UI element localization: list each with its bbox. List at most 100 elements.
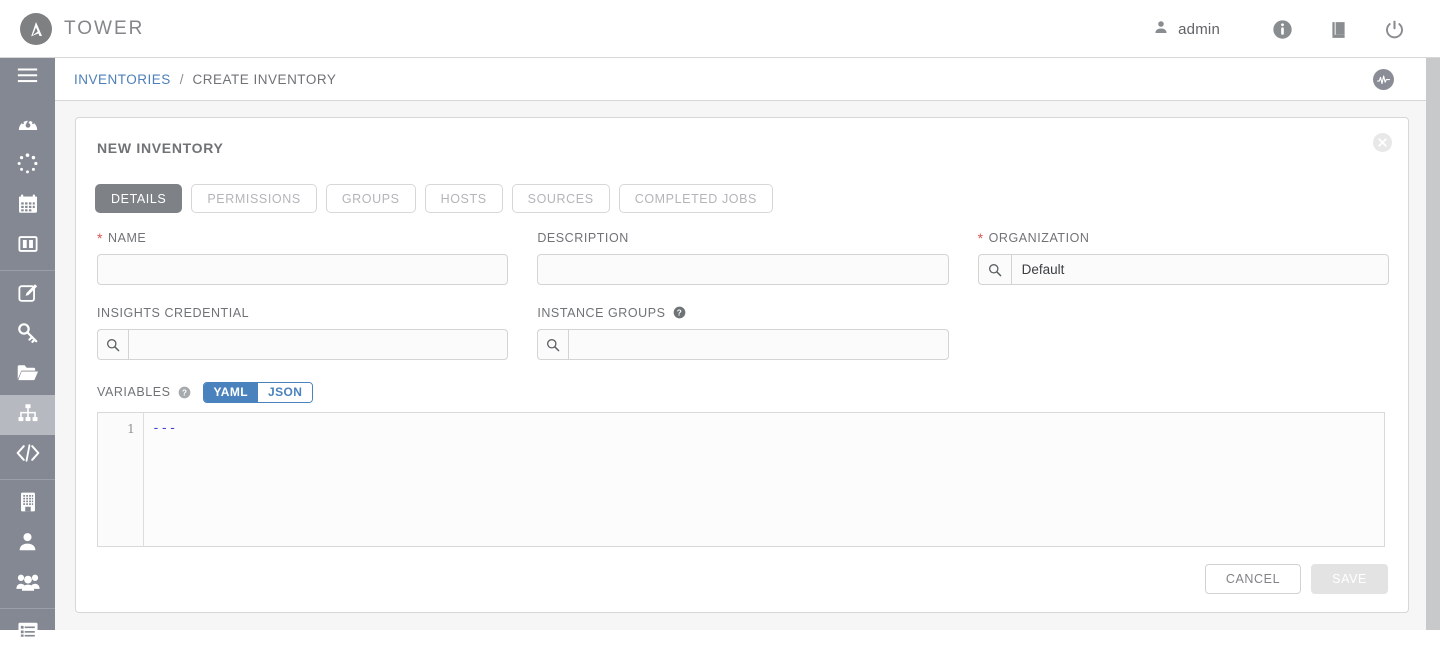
variables-section: VARIABLES ? YAML JSON 1 ---	[97, 381, 1389, 547]
sidebar-item-organizations[interactable]	[0, 484, 55, 524]
search-icon[interactable]	[537, 329, 568, 360]
name-input[interactable]	[97, 254, 508, 285]
sidebar-item-templates[interactable]	[0, 275, 55, 315]
organization-label: * ORGANIZATION	[978, 230, 1389, 245]
sidebar-item-menu-toggle[interactable]	[0, 58, 55, 97]
tab-sources[interactable]: SOURCES	[512, 184, 610, 213]
insights-credential-label-text: INSIGHTS CREDENTIAL	[97, 306, 249, 320]
hamburger-icon	[17, 67, 38, 89]
sidebar-item-notifications[interactable]	[0, 613, 55, 653]
sidebar-item-credentials[interactable]	[0, 315, 55, 355]
field-name: * NAME	[97, 230, 508, 285]
tab-permissions[interactable]: PERMISSIONS	[191, 184, 316, 213]
save-button[interactable]: SAVE	[1311, 564, 1388, 594]
insights-credential-lookup	[97, 329, 508, 360]
tab-hosts[interactable]: HOSTS	[425, 184, 503, 213]
toggle-json[interactable]: JSON	[258, 383, 312, 402]
variables-editor[interactable]: 1 ---	[97, 412, 1385, 547]
book-icon[interactable]	[1310, 0, 1366, 58]
help-circle-icon[interactable]: ?	[178, 386, 191, 399]
search-icon[interactable]	[978, 254, 1011, 285]
edit-pencil-icon	[17, 282, 39, 309]
tab-details[interactable]: DETAILS	[95, 184, 182, 213]
field-instance-groups: INSTANCE GROUPS ?	[537, 305, 948, 360]
people-group-icon	[16, 571, 40, 597]
power-icon[interactable]	[1366, 0, 1422, 58]
sidebar-item-jobs[interactable]	[0, 146, 55, 186]
field-organization: * ORGANIZATION	[978, 230, 1389, 285]
new-inventory-card: NEW INVENTORY DETAILS PERMISSIONS GROUPS…	[75, 117, 1409, 613]
key-icon	[17, 322, 39, 349]
jobs-dots-icon	[16, 152, 39, 180]
cancel-button[interactable]: CANCEL	[1205, 564, 1301, 594]
instance-groups-label: INSTANCE GROUPS ?	[537, 305, 948, 320]
variables-label: VARIABLES	[97, 385, 171, 399]
organization-lookup	[978, 254, 1389, 285]
svg-text:?: ?	[182, 388, 187, 397]
toggle-yaml[interactable]: YAML	[204, 383, 259, 402]
activity-stream-icon[interactable]	[1373, 69, 1394, 90]
field-insights-credential: INSIGHTS CREDENTIAL	[97, 305, 508, 360]
help-circle-icon[interactable]: ?	[673, 306, 686, 319]
variables-format-toggle: YAML JSON	[203, 382, 314, 403]
page-title: NEW INVENTORY	[97, 140, 224, 156]
sidebar-item-inventories[interactable]	[0, 395, 55, 435]
organization-input[interactable]	[1011, 254, 1389, 285]
vertical-scrollbar[interactable]	[1426, 58, 1440, 630]
svg-text:?: ?	[676, 308, 681, 317]
close-circle-icon[interactable]	[1373, 133, 1392, 152]
sitemap-icon	[17, 402, 39, 429]
top-header: TOWER admin	[0, 0, 1440, 58]
building-icon	[18, 491, 38, 518]
form-actions: CANCEL SAVE	[1205, 564, 1388, 594]
user-name: admin	[1178, 21, 1220, 38]
breadcrumb-actions	[1373, 58, 1394, 101]
name-label: * NAME	[97, 230, 508, 245]
calendar-icon	[17, 193, 39, 220]
sidebar-item-teams[interactable]	[0, 564, 55, 604]
sidebar-item-projects[interactable]	[0, 355, 55, 395]
dashboard-gauge-icon	[17, 113, 39, 140]
breadcrumb-current: CREATE INVENTORY	[193, 72, 337, 87]
inventory-form: * NAME DESCRIPTION * ORGANIZATION	[97, 230, 1389, 360]
sidebar-divider	[0, 608, 55, 609]
insights-credential-input[interactable]	[128, 329, 508, 360]
tab-bar: DETAILS PERMISSIONS GROUPS HOSTS SOURCES…	[95, 184, 773, 213]
required-marker: *	[97, 231, 103, 245]
user-menu[interactable]: admin	[1153, 19, 1220, 40]
instance-groups-lookup	[537, 329, 948, 360]
folder-icon	[16, 361, 39, 389]
brand[interactable]: TOWER	[20, 13, 144, 45]
sidebar-item-schedules[interactable]	[0, 186, 55, 226]
person-icon	[17, 531, 38, 557]
insights-credential-label: INSIGHTS CREDENTIAL	[97, 305, 508, 320]
breadcrumb-inventories-link[interactable]: INVENTORIES	[74, 72, 171, 87]
instance-groups-label-text: INSTANCE GROUPS	[537, 306, 665, 320]
field-description: DESCRIPTION	[537, 230, 948, 285]
sidebar-item-dashboard[interactable]	[0, 106, 55, 146]
description-label-text: DESCRIPTION	[537, 231, 628, 245]
line-number: 1	[98, 420, 135, 437]
info-circle-icon[interactable]	[1254, 0, 1310, 58]
sidebar	[0, 58, 55, 630]
header-actions: admin	[1153, 0, 1422, 58]
brand-name: TOWER	[64, 18, 144, 40]
instance-groups-input[interactable]	[568, 329, 948, 360]
tab-completed-jobs[interactable]: COMPLETED JOBS	[619, 184, 773, 213]
sidebar-item-users[interactable]	[0, 524, 55, 564]
search-icon[interactable]	[97, 329, 128, 360]
breadcrumb-separator: /	[180, 72, 184, 87]
sidebar-item-inventory-scripts[interactable]	[0, 435, 55, 475]
variables-header: VARIABLES ? YAML JSON	[97, 381, 1389, 403]
sidebar-item-portal[interactable]	[0, 226, 55, 266]
editor-gutter: 1	[98, 413, 144, 546]
portal-columns-icon	[17, 233, 39, 260]
sidebar-divider	[0, 479, 55, 480]
user-icon	[1153, 19, 1169, 40]
page-body: NEW INVENTORY DETAILS PERMISSIONS GROUPS…	[55, 101, 1426, 630]
breadcrumb: INVENTORIES / CREATE INVENTORY	[55, 58, 1426, 101]
form-row-1: * NAME DESCRIPTION * ORGANIZATION	[97, 230, 1389, 285]
description-input[interactable]	[537, 254, 948, 285]
tab-groups[interactable]: GROUPS	[326, 184, 416, 213]
editor-content[interactable]: ---	[144, 413, 1384, 546]
